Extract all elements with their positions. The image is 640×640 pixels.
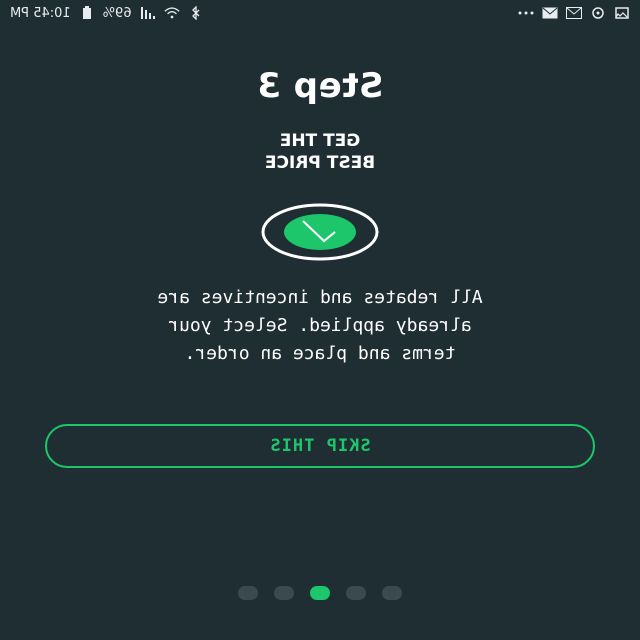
description-line-2: already applied. Select your — [168, 315, 472, 336]
status-bar: 69% 10:45 PM — [0, 0, 640, 26]
wifi-icon — [164, 5, 180, 21]
status-time: 10:45 PM — [10, 5, 71, 21]
onboarding-screen: 69% 10:45 PM Step 3 GET THE BEST PRICE A… — [0, 0, 640, 640]
battery-icon — [79, 5, 95, 21]
mail-icon — [542, 5, 558, 21]
sync-icon — [590, 5, 606, 21]
image-icon — [614, 5, 630, 21]
step-subtitle: GET THE BEST PRICE — [0, 130, 640, 174]
step-title: Step 3 — [256, 66, 384, 106]
description-line-1: All rebates and incentives are — [157, 287, 483, 308]
bluetooth-icon — [188, 5, 204, 21]
subtitle-line-1: GET THE — [279, 131, 361, 151]
pagination-dot[interactable] — [382, 586, 402, 600]
pagination-dot[interactable] — [274, 586, 294, 600]
status-left — [518, 5, 630, 21]
pagination-dots — [0, 586, 640, 600]
gmail-icon — [566, 5, 582, 21]
signal-icon — [140, 5, 156, 21]
battery-percent: 69% — [102, 5, 132, 21]
step-description: All rebates and incentives are already a… — [100, 284, 540, 368]
status-right: 69% 10:45 PM — [10, 5, 204, 21]
subtitle-line-2: BEST PRICE — [264, 153, 376, 173]
pagination-dot-active[interactable] — [310, 586, 330, 600]
more-icon — [518, 5, 534, 21]
description-line-3: terms and place an order. — [184, 343, 456, 364]
skip-button[interactable]: SKIP THIS — [45, 424, 595, 468]
pagination-dot[interactable] — [346, 586, 366, 600]
pagination-dot[interactable] — [238, 586, 258, 600]
check-circle-icon — [261, 203, 379, 261]
